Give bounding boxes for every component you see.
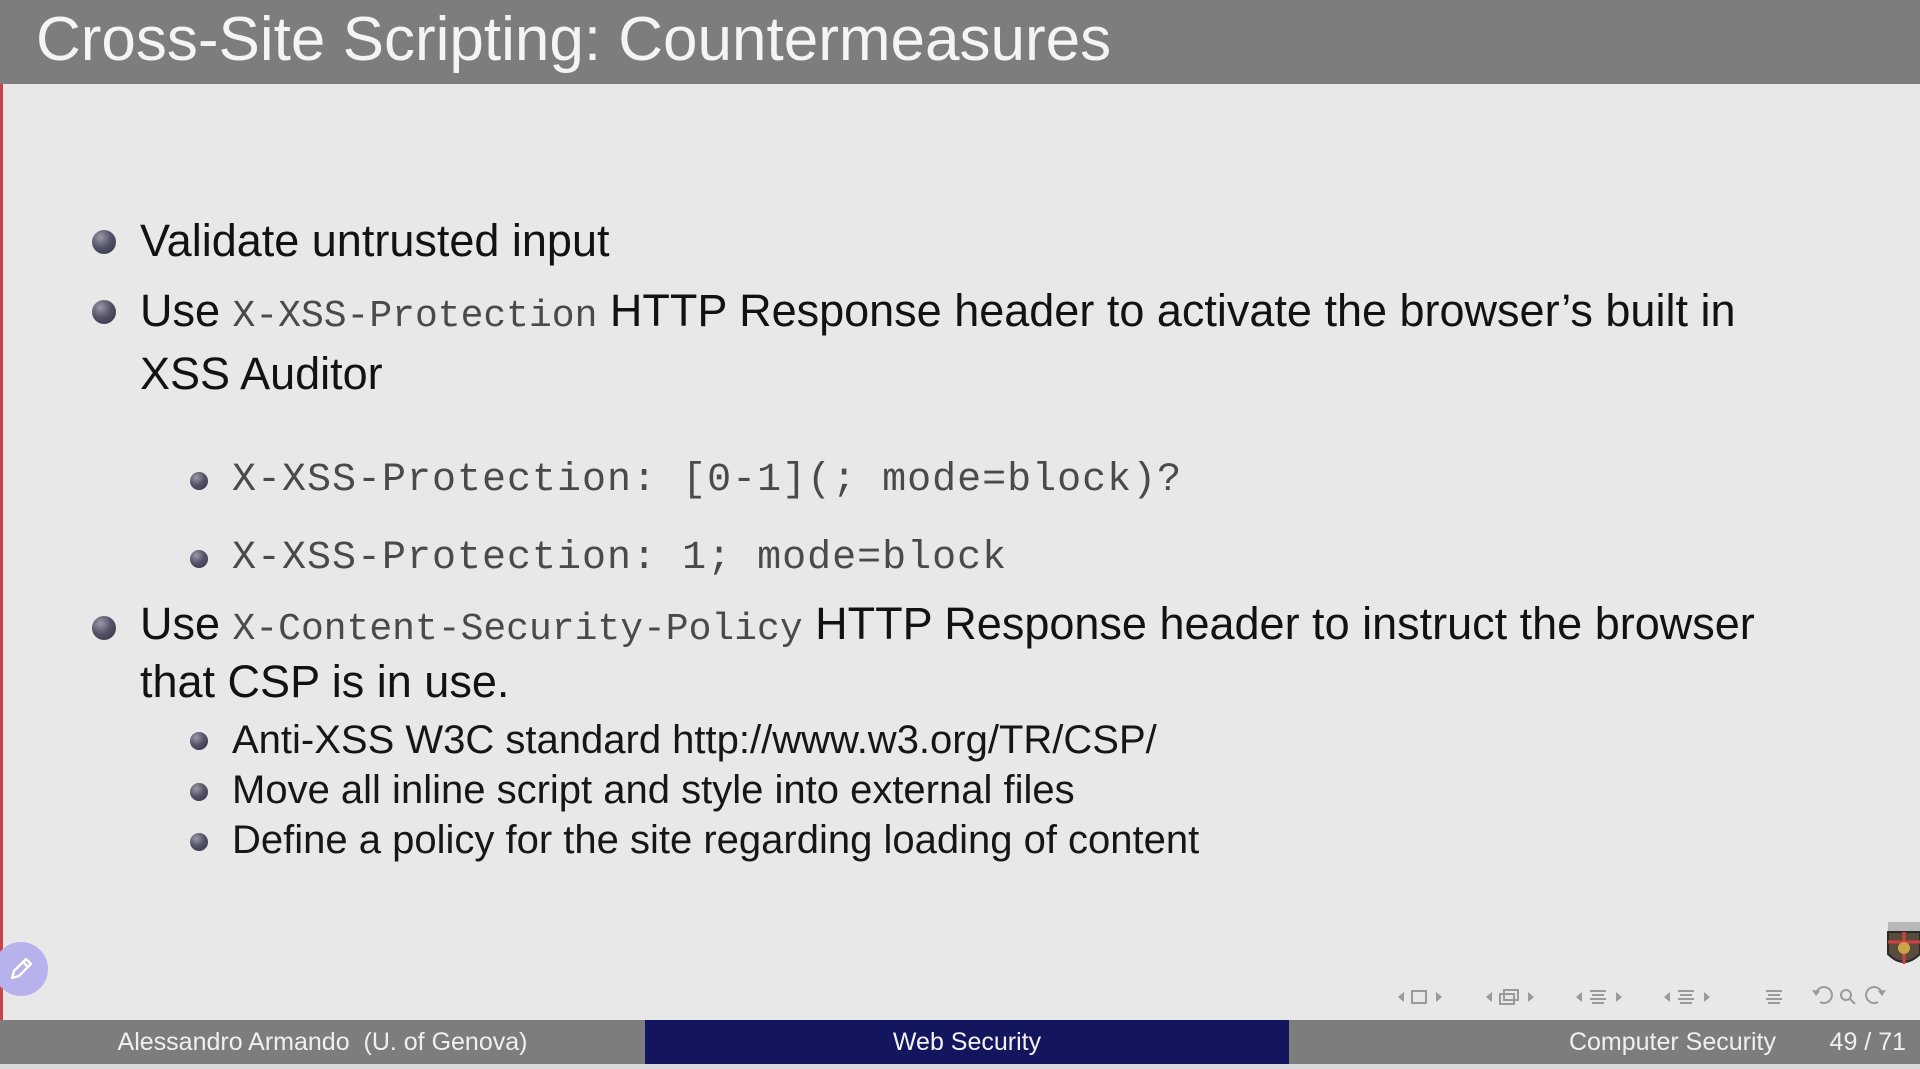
list-item: Use X-Content-Security-Policy HTTP Respo… — [140, 598, 1880, 708]
sub-bullet-icon — [190, 783, 208, 801]
bullet-icon — [92, 616, 116, 640]
code-header-name: X-Content-Security-Policy — [232, 608, 803, 651]
list-item: Use X-XSS-Protection HTTP Response heade… — [140, 282, 1880, 402]
footer-right: Computer Security 49 / 71 — [1289, 1020, 1920, 1064]
bullet-text-pre: Use — [140, 285, 233, 336]
page-number: 49 / 71 — [1829, 1028, 1906, 1056]
bullet-icon — [92, 300, 116, 324]
sub-list-item: X-XSS-Protection: 1; mode=block — [232, 536, 1008, 581]
bullet-text-continuation: XSS Auditor — [140, 348, 383, 399]
nav-section-icons[interactable] — [1576, 990, 1710, 1004]
sub-bullet-icon — [190, 550, 208, 568]
sub-bullet-icon — [190, 833, 208, 851]
footer-section: Web Security — [645, 1020, 1289, 1064]
sub-list-item: Anti-XSS W3C standard http://www.w3.org/… — [232, 718, 1157, 762]
navigation-bar — [1398, 986, 1886, 1005]
bullet-text: Validate untrusted input — [140, 215, 610, 266]
footer-course: Computer Security — [1568, 1028, 1776, 1056]
code-header-name: X-XSS-Protection — [232, 295, 598, 338]
pencil-icon — [10, 957, 33, 980]
bullet-text-pre: Use — [140, 598, 233, 649]
sub-list-item: Define a policy for the site regarding l… — [232, 818, 1200, 862]
slide: Cross-Site Scripting: Countermeasures Va… — [0, 0, 1920, 1069]
list-item: Validate untrusted input — [140, 212, 1880, 269]
slide-content: Validate untrusted input Use X-XSS-Prote… — [0, 0, 1920, 1020]
footer-author: Alessandro Armando (U. of Genova) — [0, 1020, 645, 1064]
bullet-icon — [92, 230, 116, 254]
sub-list-item: Move all inline script and style into ex… — [232, 768, 1075, 812]
nav-forward-icon[interactable] — [1865, 986, 1886, 1005]
sub-bullet-icon — [190, 472, 208, 490]
bullet-text-post: HTTP Response header to instruct the bro… — [802, 598, 1755, 649]
university-crest-icon — [1887, 922, 1920, 964]
sub-bullet-icon — [190, 732, 208, 750]
nav-subsection-icons[interactable] — [1486, 989, 1534, 1005]
nav-frame-icons[interactable] — [1398, 990, 1442, 1004]
bullet-text-continuation: that CSP is in use. — [140, 656, 510, 707]
nav-toc-icon[interactable] — [1766, 990, 1782, 1004]
nav-back-icon[interactable] — [1812, 986, 1833, 1005]
footer: Alessandro Armando (U. of Genova) Web Se… — [0, 1020, 1920, 1064]
sub-list-item: X-XSS-Protection: [0-1](; mode=block)? — [232, 458, 1183, 503]
bottom-strip — [0, 1064, 1920, 1069]
nav-zoom-icon[interactable] — [1840, 989, 1856, 1005]
bullet-text-post: HTTP Response header to activate the bro… — [597, 285, 1736, 336]
